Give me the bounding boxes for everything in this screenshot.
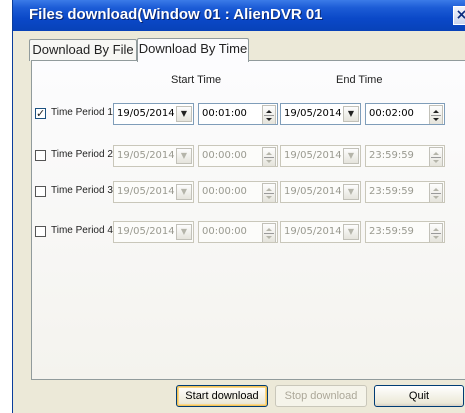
start-time-4-input: 00:00:00 (198, 221, 278, 243)
end-date-4-select: 19/05/2014 ▼ (280, 221, 361, 243)
start-time-header: Start Time (171, 74, 222, 86)
start-time-2-input: 00:00:00 (198, 145, 278, 167)
tab-download-by-time[interactable]: Download By Time (137, 38, 249, 62)
end-time-1-value: 00:02:00 (369, 108, 414, 119)
chevron-down-icon: ▼ (176, 184, 192, 200)
start-date-2-value: 19/05/2014 (117, 150, 175, 161)
end-time-1-input[interactable]: 00:02:00 (365, 103, 445, 125)
time-period-1-checkbox[interactable]: ✓ (35, 108, 46, 119)
chevron-down-icon: ▼ (343, 148, 359, 164)
start-date-2-select: 19/05/2014 ▼ (113, 145, 194, 167)
time-period-2-label: Time Period 2 (51, 149, 113, 160)
start-date-1-value: 19/05/2014 (117, 108, 175, 119)
start-date-4-value: 19/05/2014 (117, 226, 175, 237)
chevron-down-icon: ▼ (176, 224, 192, 240)
spinner-icon[interactable] (262, 105, 276, 124)
end-date-1-value: 19/05/2014 (284, 108, 342, 119)
chevron-down-icon[interactable]: ▼ (343, 106, 359, 122)
end-date-3-value: 19/05/2014 (284, 186, 342, 197)
end-time-header: End Time (336, 74, 383, 86)
start-time-2-value: 00:00:00 (202, 150, 247, 161)
window-title: Files download(Window 01 : AlienDVR 01 (29, 6, 323, 23)
end-date-2-select: 19/05/2014 ▼ (280, 145, 361, 167)
time-period-row-2: Time Period 2 19/05/2014 ▼ 00:00:00 19/0… (13, 145, 465, 167)
chevron-down-icon: ▼ (176, 148, 192, 164)
start-date-3-value: 19/05/2014 (117, 186, 175, 197)
spinner-icon (429, 223, 443, 242)
start-time-4-value: 00:00:00 (202, 226, 247, 237)
spinner-icon[interactable] (429, 105, 443, 124)
chevron-down-icon: ▼ (343, 184, 359, 200)
start-download-button[interactable]: Start download (176, 385, 268, 407)
time-period-row-3: Time Period 3 19/05/2014 ▼ 00:00:00 19/0… (13, 181, 465, 203)
title-bar[interactable]: Files download(Window 01 : AlienDVR 01 × (13, 0, 465, 31)
dialog-content: Download By File Download By Time Start … (13, 31, 465, 413)
end-time-3-value: 23:59:59 (369, 186, 414, 197)
close-icon[interactable]: × (453, 6, 465, 25)
chevron-down-icon[interactable]: ▼ (176, 106, 192, 122)
stop-download-button[interactable]: Stop download (275, 385, 367, 407)
end-time-4-input: 23:59:59 (365, 221, 445, 243)
time-period-1-label: Time Period 1 (51, 107, 113, 118)
end-time-2-value: 23:59:59 (369, 150, 414, 161)
quit-button[interactable]: Quit (374, 385, 464, 407)
start-date-1-select[interactable]: 19/05/2014 ▼ (113, 103, 194, 125)
spinner-icon (429, 183, 443, 202)
spinner-icon (262, 183, 276, 202)
chevron-down-icon: ▼ (343, 224, 359, 240)
tab-download-by-file[interactable]: Download By File (29, 39, 137, 61)
start-time-1-value: 00:01:00 (202, 108, 247, 119)
end-date-2-value: 19/05/2014 (284, 150, 342, 161)
start-time-1-input[interactable]: 00:01:00 (198, 103, 278, 125)
time-period-3-label: Time Period 3 (51, 185, 113, 196)
time-period-4-label: Time Period 4 (51, 225, 113, 236)
time-period-3-checkbox[interactable] (35, 186, 46, 197)
download-window: Files download(Window 01 : AlienDVR 01 ×… (12, 0, 465, 413)
end-time-4-value: 23:59:59 (369, 226, 414, 237)
start-time-3-input: 00:00:00 (198, 181, 278, 203)
end-date-4-value: 19/05/2014 (284, 226, 342, 237)
end-time-3-input: 23:59:59 (365, 181, 445, 203)
end-time-2-input: 23:59:59 (365, 145, 445, 167)
start-date-3-select: 19/05/2014 ▼ (113, 181, 194, 203)
end-date-3-select: 19/05/2014 ▼ (280, 181, 361, 203)
time-period-4-checkbox[interactable] (35, 226, 46, 237)
spinner-icon (262, 147, 276, 166)
end-date-1-select[interactable]: 19/05/2014 ▼ (280, 103, 361, 125)
time-period-row-4: Time Period 4 19/05/2014 ▼ 00:00:00 19/0… (13, 221, 465, 243)
spinner-icon (429, 147, 443, 166)
start-date-4-select: 19/05/2014 ▼ (113, 221, 194, 243)
spinner-icon (262, 223, 276, 242)
time-period-row-1: ✓ Time Period 1 19/05/2014 ▼ 00:01:00 19… (13, 103, 465, 125)
time-period-2-checkbox[interactable] (35, 150, 46, 161)
start-time-3-value: 00:00:00 (202, 186, 247, 197)
